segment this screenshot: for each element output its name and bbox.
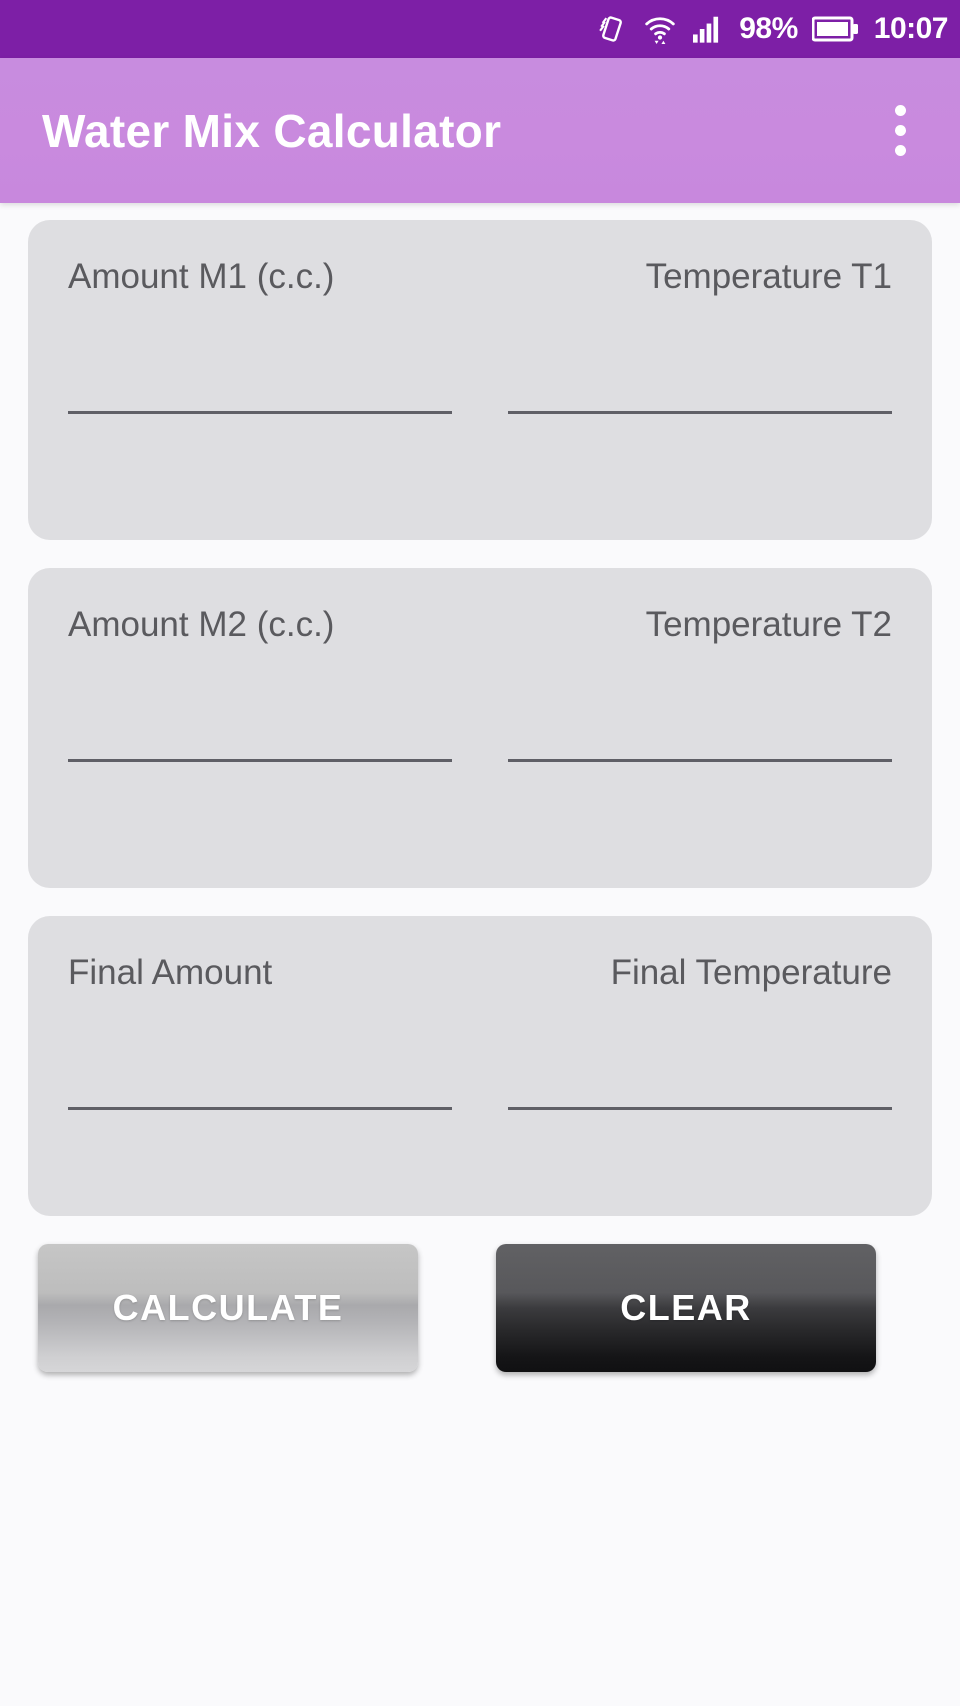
field-label-final-amount: Final Amount xyxy=(68,953,273,992)
overflow-menu-icon[interactable] xyxy=(872,88,928,174)
field-amount-m1: Amount M1 (c.c.) xyxy=(68,257,452,508)
temperature-t2-input[interactable] xyxy=(508,702,892,762)
button-row: CALCULATE CLEAR xyxy=(0,1244,960,1372)
app-bar: Water Mix Calculator xyxy=(0,58,960,203)
card-result: Final Amount Final Temperature xyxy=(28,916,932,1216)
field-label-temperature-t1: Temperature T1 xyxy=(645,257,892,296)
final-amount-input[interactable] xyxy=(68,1050,452,1110)
field-label-final-temperature: Final Temperature xyxy=(610,953,892,992)
battery-icon xyxy=(811,15,860,43)
main-content: Amount M1 (c.c.) Temperature T1 Amount M… xyxy=(0,203,960,1372)
overflow-dot xyxy=(894,145,906,156)
field-label-amount-m2: Amount M2 (c.c.) xyxy=(68,605,335,644)
amount-m1-input[interactable] xyxy=(68,354,452,414)
amount-m2-input[interactable] xyxy=(68,702,452,762)
clock: 10:07 xyxy=(873,12,949,45)
card-input-1: Amount M1 (c.c.) Temperature T1 xyxy=(28,220,932,540)
field-temperature-t2: Temperature T2 xyxy=(508,605,892,856)
clear-button[interactable]: CLEAR xyxy=(496,1244,876,1372)
overflow-dot xyxy=(894,125,906,136)
screen-rotation-icon xyxy=(595,12,629,46)
card-input-2: Amount M2 (c.c.) Temperature T2 xyxy=(28,568,932,888)
field-row: Amount M1 (c.c.) Temperature T1 xyxy=(68,257,892,508)
field-temperature-t1: Temperature T1 xyxy=(508,257,892,508)
field-row: Amount M2 (c.c.) Temperature T2 xyxy=(68,605,892,856)
field-final-amount: Final Amount xyxy=(68,953,452,1204)
field-row: Final Amount Final Temperature xyxy=(68,953,892,1204)
status-bar: 98% 10:07 xyxy=(0,0,960,58)
calculate-button[interactable]: CALCULATE xyxy=(38,1244,418,1372)
battery-percentage: 98% xyxy=(739,12,798,45)
field-amount-m2: Amount M2 (c.c.) xyxy=(68,605,452,856)
page-title: Water Mix Calculator xyxy=(42,104,502,157)
field-label-amount-m1: Amount M1 (c.c.) xyxy=(68,257,335,296)
field-label-temperature-t2: Temperature T2 xyxy=(645,605,892,644)
final-temperature-input[interactable] xyxy=(508,1050,892,1110)
field-final-temperature: Final Temperature xyxy=(508,953,892,1204)
overflow-dot xyxy=(894,105,906,116)
signal-bars-icon xyxy=(691,14,725,44)
temperature-t1-input[interactable] xyxy=(508,354,892,414)
wifi-icon xyxy=(643,12,677,46)
app-screen: 98% 10:07 Water Mix Calculator Amount M1… xyxy=(0,0,960,1706)
